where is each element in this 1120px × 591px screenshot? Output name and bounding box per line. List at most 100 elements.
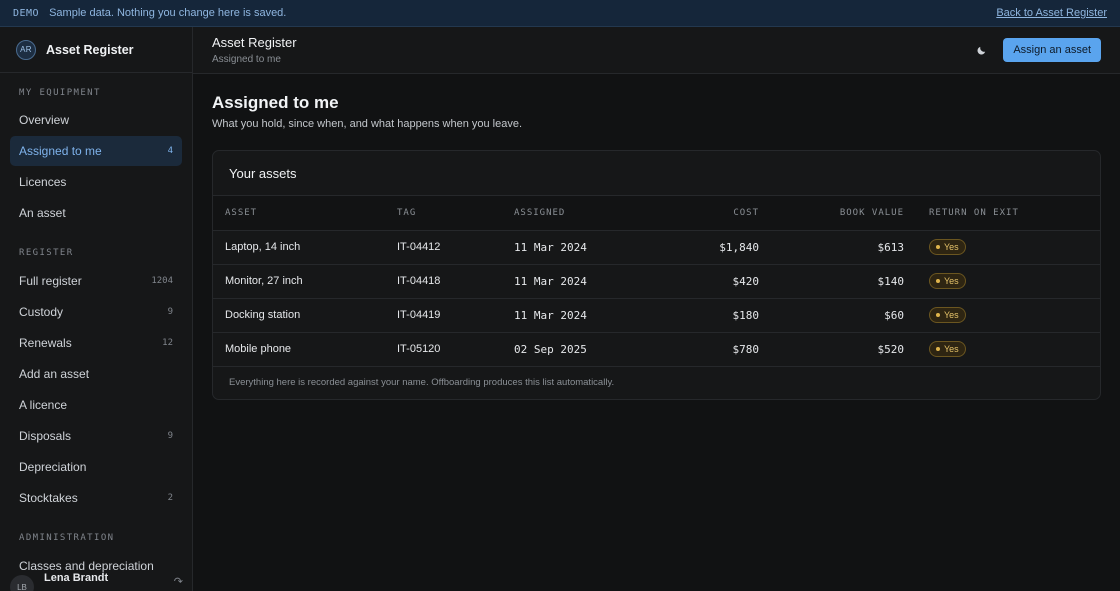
sidebar: AR Asset Register MY EQUIPMENT Overview … xyxy=(0,27,193,591)
cell-cost: $1,840 xyxy=(719,240,759,254)
status-dot-icon xyxy=(936,313,940,317)
section-label-my-equipment: MY EQUIPMENT xyxy=(19,88,101,98)
sidebar-item-depreciation[interactable]: Depreciation xyxy=(10,452,182,482)
cell-assigned: 11 Mar 2024 xyxy=(514,308,587,322)
cell-assigned: 11 Mar 2024 xyxy=(514,274,587,288)
brand[interactable]: AR Asset Register xyxy=(0,27,192,73)
cell-cost: $180 xyxy=(732,308,760,322)
sidebar-item-stocktakes[interactable]: Stocktakes 2 xyxy=(10,483,182,513)
sidebar-item-licences[interactable]: Licences xyxy=(10,167,182,197)
sidebar-item-a-licence[interactable]: A licence xyxy=(10,390,182,420)
sidebar-item-an-asset[interactable]: An asset xyxy=(10,198,182,228)
status-dot-icon xyxy=(936,279,940,283)
sidebar-item-count: 2 xyxy=(167,493,173,503)
section-label-administration: ADMINISTRATION xyxy=(19,533,115,543)
table-row[interactable]: Monitor, 27 inch IT-04418 11 Mar 2024 $4… xyxy=(213,264,1100,298)
page-title: Assigned to me xyxy=(212,93,339,112)
status-dot-icon xyxy=(936,347,940,351)
column-header-assigned[interactable]: ASSIGNED xyxy=(514,196,664,231)
status-badge: Yes xyxy=(929,307,966,323)
cell-asset: Monitor, 27 inch xyxy=(225,275,303,287)
cell-asset: Mobile phone xyxy=(225,343,292,355)
demo-banner: DEMO Sample data. Nothing you change her… xyxy=(0,0,1120,27)
cell-return-on-exit: Yes xyxy=(904,264,1100,298)
sidebar-item-custody[interactable]: Custody 9 xyxy=(10,297,182,327)
sidebar-item-full-register[interactable]: Full register 1204 xyxy=(10,266,182,296)
cell-assigned: 02 Sep 2025 xyxy=(514,342,587,356)
header-title: Asset Register xyxy=(212,35,297,50)
page-header: Asset Register Assigned to me Assign an … xyxy=(193,27,1120,74)
moon-icon-glyph xyxy=(977,46,986,54)
sidebar-item-disposals[interactable]: Disposals 9 xyxy=(10,421,182,451)
sidebar-item-assigned-to-me[interactable]: Assigned to me 4 xyxy=(10,136,182,166)
table-row[interactable]: Docking station IT-04419 11 Mar 2024 $18… xyxy=(213,298,1100,332)
sidebar-item-add-an-asset[interactable]: Add an asset xyxy=(10,359,182,389)
user-block[interactable]: LB Lena Brandt ↷ xyxy=(0,571,192,591)
back-to-register-link[interactable]: Back to Asset Register xyxy=(996,7,1107,19)
cell-return-on-exit: Yes xyxy=(904,298,1100,332)
sidebar-item-count: 4 xyxy=(167,146,173,156)
sidebar-item-count: 1204 xyxy=(151,276,173,286)
column-header-book-value[interactable]: BOOK VALUE xyxy=(759,196,904,231)
cell-cost: $780 xyxy=(732,342,760,356)
sidebar-item-count: 9 xyxy=(167,307,173,317)
status-badge: Yes xyxy=(929,273,966,289)
section-label-register: REGISTER xyxy=(19,248,74,258)
header-subtitle: Assigned to me xyxy=(212,54,281,65)
demo-tag: DEMO xyxy=(13,7,40,19)
column-header-asset[interactable]: ASSET xyxy=(213,196,397,231)
sidebar-item-label: Licences xyxy=(19,175,67,189)
cell-tag: IT-04418 xyxy=(397,275,441,287)
sidebar-item-label: Assigned to me xyxy=(19,144,102,158)
user-name: Lena Brandt xyxy=(44,572,109,584)
cell-return-on-exit: Yes xyxy=(904,230,1100,264)
main-content: Assigned to me What you hold, since when… xyxy=(212,93,1101,400)
badge-label: Yes xyxy=(944,242,959,252)
sidebar-item-count: 12 xyxy=(162,338,173,348)
table-row[interactable]: Laptop, 14 inch IT-04412 11 Mar 2024 $1,… xyxy=(213,230,1100,264)
cell-book-value: $520 xyxy=(877,342,905,356)
cell-cost: $420 xyxy=(732,274,760,288)
page-subtitle: What you hold, since when, and what happ… xyxy=(212,118,523,130)
column-header-return-on-exit[interactable]: RETURN ON EXIT xyxy=(904,196,1100,231)
brand-name: Asset Register xyxy=(46,42,134,57)
sidebar-item-label: Renewals xyxy=(19,336,72,350)
badge-label: Yes xyxy=(944,344,959,354)
table-header-row: ASSET TAG ASSIGNED COST BOOK VALUE RETUR… xyxy=(213,196,1100,231)
badge-label: Yes xyxy=(944,310,959,320)
sidebar-item-renewals[interactable]: Renewals 12 xyxy=(10,328,182,358)
sidebar-item-label: Stocktakes xyxy=(19,491,78,505)
cell-book-value: $60 xyxy=(884,308,904,322)
switch-user-icon[interactable]: ↷ xyxy=(174,575,183,588)
cell-return-on-exit: Yes xyxy=(904,332,1100,366)
card-title: Your assets xyxy=(229,165,297,181)
sidebar-item-overview[interactable]: Overview xyxy=(10,105,182,135)
cell-asset: Docking station xyxy=(225,309,301,321)
cell-assigned: 11 Mar 2024 xyxy=(514,240,587,254)
table-row[interactable]: Mobile phone IT-05120 02 Sep 2025 $780 $… xyxy=(213,332,1100,366)
sidebar-item-label: Full register xyxy=(19,274,82,288)
cell-tag: IT-05120 xyxy=(397,343,441,355)
column-header-tag[interactable]: TAG xyxy=(397,196,514,231)
cell-asset: Laptop, 14 inch xyxy=(225,241,301,253)
sidebar-item-label: Custody xyxy=(19,305,64,319)
status-dot-icon xyxy=(936,245,940,249)
sidebar-item-label: Overview xyxy=(19,113,70,127)
moon-icon[interactable] xyxy=(973,42,989,58)
assets-card: Your assets ASSET TAG ASSIGNED COST BOOK… xyxy=(212,150,1101,400)
cell-tag: IT-04419 xyxy=(397,309,441,321)
column-header-cost[interactable]: COST xyxy=(664,196,759,231)
demo-message: Sample data. Nothing you change here is … xyxy=(49,7,287,19)
cell-book-value: $613 xyxy=(877,240,905,254)
sidebar-item-count: 9 xyxy=(167,431,173,441)
cell-book-value: $140 xyxy=(877,274,905,288)
sidebar-item-label: An asset xyxy=(19,206,66,220)
badge-label: Yes xyxy=(944,276,959,286)
card-header: Your assets xyxy=(213,151,1100,196)
assets-table: ASSET TAG ASSIGNED COST BOOK VALUE RETUR… xyxy=(213,196,1100,367)
brand-avatar: AR xyxy=(16,39,36,60)
assign-asset-button[interactable]: Assign an asset xyxy=(1003,38,1101,62)
cell-tag: IT-04412 xyxy=(397,241,441,253)
status-badge: Yes xyxy=(929,239,966,255)
sidebar-item-label: Disposals xyxy=(19,429,72,443)
